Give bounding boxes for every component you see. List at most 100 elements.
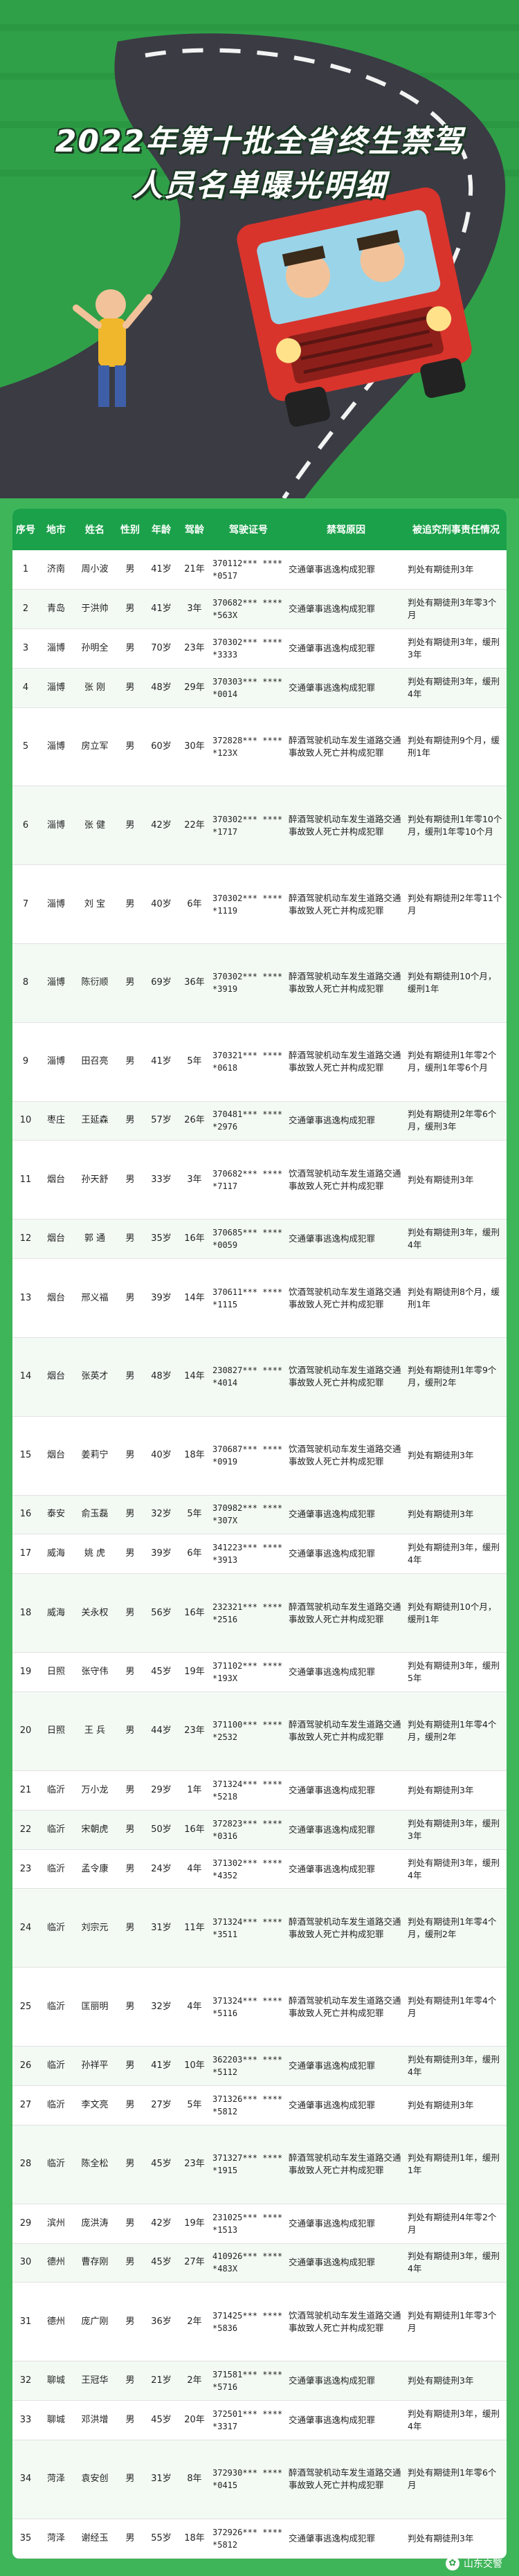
table-cell: 370112*** *****0517 — [212, 558, 283, 581]
table-cell: 临沂 — [46, 1784, 65, 1795]
table-cell: 男 — [125, 1725, 135, 1736]
table-cell: 万小龙 — [81, 1784, 109, 1795]
table-cell: 410926*** *****483X — [212, 2251, 283, 2274]
table-cell: 35岁 — [151, 1233, 172, 1244]
table-cell: 370682*** *****7117 — [212, 1168, 283, 1191]
table-cell: 判处有期徒刑3年 — [408, 1784, 474, 1795]
table-row: 5 淄博 房立军 男 60岁 30年 372828*** *****123X 醉酒驾驶机动车发… — [12, 708, 507, 787]
table-row: 26 临沂 孙祥平 男 41岁 10年 362203*** *****5112 交通肇事逃逸构… — [12, 2047, 507, 2086]
table-cell: 48岁 — [151, 682, 172, 693]
table-cell: 枣庄 — [46, 1115, 65, 1126]
table-cell: 41岁 — [151, 603, 172, 614]
table-cell: 男 — [125, 1509, 135, 1520]
table-cell: 判处有期徒刑3年，缓刑4年 — [408, 2251, 500, 2274]
table-row: 33 聊城 邓洪增 男 45岁 20年 372501*** *****3317 交通肇事逃逸构… — [12, 2401, 507, 2440]
table-cell: 交通肇事逃逸构成犯罪 — [289, 2375, 376, 2386]
table-cell: 判处有期徒刑3年零3个月 — [408, 597, 497, 620]
table-cell: 男 — [125, 2099, 135, 2110]
table-cell: 男 — [125, 1922, 135, 1933]
table-cell: 371102*** *****193X — [212, 1661, 283, 1684]
table-cell: 醉酒驾驶机动车发生道路交通事故致人死亡并构成犯罪 — [289, 1050, 401, 1073]
table-cell: 33 — [19, 2415, 32, 2426]
table-cell: 41岁 — [151, 2060, 172, 2071]
table-cell: 男 — [125, 2257, 135, 2268]
table-cell: 29岁 — [151, 1784, 172, 1795]
table-cell: 20年 — [184, 2415, 205, 2426]
header-cell: 性别 — [120, 525, 140, 536]
table-cell: 372926*** *****5812 — [212, 2527, 283, 2550]
table-cell: 32 — [19, 2375, 32, 2386]
table-cell: 醉酒驾驶机动车发生道路交通事故致人死亡并构成犯罪 — [289, 2467, 401, 2491]
table-cell: 40岁 — [151, 1450, 172, 1461]
table-cell: 56岁 — [151, 1607, 172, 1618]
header-cell: 禁驾原因 — [327, 525, 365, 536]
table-row: 8 淄博 陈衍顺 男 69岁 36年 370302*** *****3919 醉酒驾驶机动车发… — [12, 943, 507, 1023]
table-cell: 32岁 — [151, 2001, 172, 2012]
table-cell: 23年 — [184, 2159, 205, 2170]
table-cell: 日照 — [46, 1725, 65, 1736]
table-cell: 370687*** *****0919 — [212, 1444, 283, 1467]
table-cell: 372828*** *****123X — [212, 735, 283, 758]
table-cell: 45岁 — [151, 2159, 172, 2170]
table-cell: 男 — [125, 1371, 135, 1382]
table-cell: 370321*** *****0618 — [212, 1051, 283, 1073]
table-cell: 判处有期徒刑3年，缓刑3年 — [408, 1817, 500, 1841]
table-cell: 刘宗元 — [81, 1922, 109, 1933]
table-cell: 周小波 — [81, 563, 109, 574]
table-cell: 姚 虎 — [84, 1548, 106, 1559]
table-cell: 12 — [19, 1233, 32, 1244]
title-line-2: 人员名单曝光明细 — [132, 168, 387, 203]
table-cell: 370481*** *****2976 — [212, 1109, 283, 1132]
table-cell: 青岛 — [46, 603, 65, 614]
table-row: 28 临沂 陈全松 男 45岁 23年 371327*** *****1915 醉酒驾驶机动车… — [12, 2125, 507, 2204]
table-cell: 男 — [125, 2532, 135, 2543]
table-cell: 1 — [22, 563, 29, 574]
table-cell: 判处有期徒刑1年零9个月，缓刑2年 — [408, 1365, 497, 1388]
table-cell: 判处有期徒刑3年 — [408, 1174, 474, 1185]
table-cell: 25 — [19, 2001, 32, 2012]
table-cell: 醉酒驾驶机动车发生道路交通事故致人死亡并构成犯罪 — [289, 1601, 401, 1624]
table-cell: 29 — [19, 2217, 32, 2229]
table-cell: 判处有期徒刑3年 — [408, 563, 474, 574]
table-cell: 张 刚 — [84, 682, 106, 693]
table-cell: 判处有期徒刑3年，缓刑5年 — [408, 1660, 500, 1684]
table-cell: 庞洪涛 — [81, 2217, 109, 2229]
table-cell: 醉酒驾驶机动车发生道路交通事故致人死亡并构成犯罪 — [289, 2152, 401, 2176]
table-cell: 男 — [125, 898, 135, 909]
table-cell: 淄博 — [46, 977, 65, 988]
table-body: 1 济南 周小波男 41岁 21年 370112*** *****0517 交通肇事逃逸构成… — [12, 550, 507, 2559]
table-cell: 男 — [125, 1607, 135, 1618]
table-row: 4 淄博 张 刚 男 48岁 29年 370303*** *****0014 交通肇事逃逸构成… — [12, 668, 507, 708]
table-cell: 判处有期徒刑1年零4个月 — [408, 1995, 497, 2018]
table-cell: 男 — [125, 741, 135, 752]
table-cell: 判处有期徒刑3年，缓刑4年 — [408, 1542, 500, 1566]
table-cell: 醉酒驾驶机动车发生道路交通事故致人死亡并构成犯罪 — [289, 813, 401, 837]
table-cell: 交通肇事逃逸构成犯罪 — [289, 2099, 376, 2110]
table-cell: 饮酒驾驶机动车发生道路交通事故致人死亡并构成犯罪 — [289, 2310, 401, 2333]
table-cell: 孟令康 — [81, 1863, 109, 1874]
table-cell: 370685*** *****0059 — [212, 1228, 283, 1251]
table-cell: 判处有期徒刑1年零4个月，缓刑2年 — [408, 1719, 497, 1743]
table-cell: 孙天舒 — [81, 1174, 109, 1185]
table-row: 23 临沂 孟令康 男 24岁 4年 371302*** *****4352 交通肇事逃逸构成… — [12, 1850, 507, 1889]
table-cell: 临沂 — [46, 1922, 65, 1933]
table-cell: 男 — [125, 1784, 135, 1795]
table-cell: 判处有期徒刑3年 — [408, 2375, 474, 2386]
table-cell: 20 — [19, 1725, 32, 1736]
table-cell: 50岁 — [151, 1824, 172, 1835]
table-cell: 聊城 — [46, 2415, 65, 2426]
table-cell: 判处有期徒刑3年，缓刑3年 — [408, 636, 500, 660]
table-row: 30 德州 曹存刚 男 45岁 27年 410926*** *****483X 交通肇事逃逸构… — [12, 2243, 507, 2283]
table-cell: 房立军 — [81, 741, 109, 752]
table-cell: 11 — [19, 1174, 32, 1185]
table-cell: 31岁 — [151, 2474, 172, 2485]
table-cell: 371425*** *****5836 — [212, 2310, 283, 2333]
table-cell: 23年 — [184, 642, 205, 653]
table-cell: 王延森 — [81, 1115, 109, 1126]
table-cell: 22 — [19, 1824, 32, 1835]
table-cell: 2年 — [187, 2316, 202, 2327]
table-cell: 交通肇事逃逸构成犯罪 — [289, 563, 376, 574]
table-row: 14 烟台 张英才 男 48岁 14年 230827*** *****4014 饮酒驾驶机动车… — [12, 1337, 507, 1417]
table-cell: 饮酒驾驶机动车发生道路交通事故致人死亡并构成犯罪 — [289, 1286, 401, 1309]
table-cell: 370302*** *****3919 — [212, 972, 283, 995]
